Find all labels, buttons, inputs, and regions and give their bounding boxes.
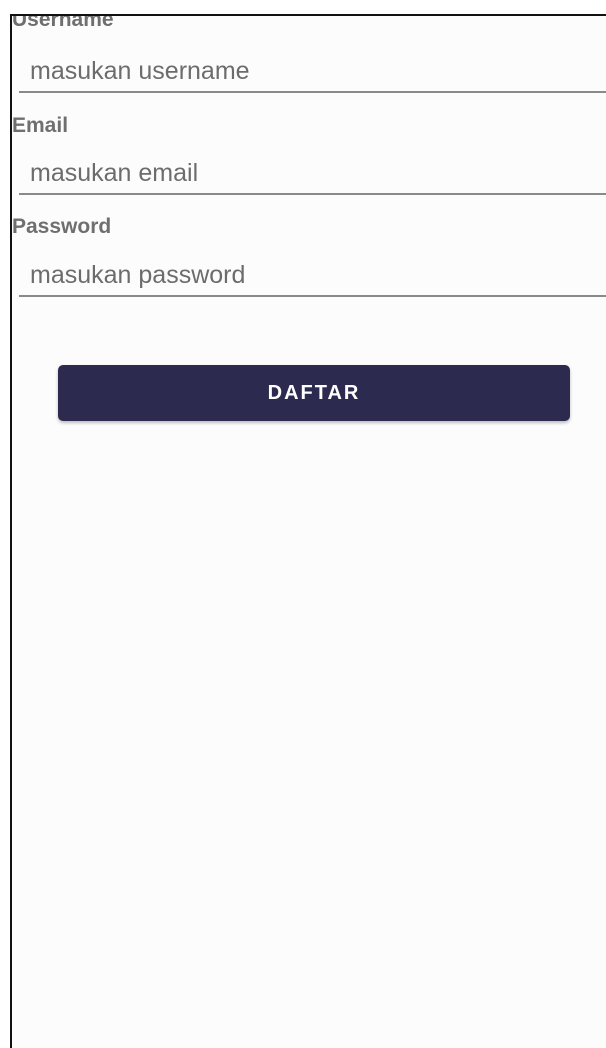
email-input[interactable]	[19, 153, 606, 195]
email-label: Email	[12, 114, 69, 137]
password-label: Password	[12, 215, 112, 238]
register-form: Username Email Password DAFTAR	[10, 14, 606, 1048]
username-input[interactable]	[19, 51, 606, 93]
username-label: Username	[12, 14, 114, 31]
password-input[interactable]	[19, 255, 606, 297]
register-button[interactable]: DAFTAR	[58, 365, 570, 421]
